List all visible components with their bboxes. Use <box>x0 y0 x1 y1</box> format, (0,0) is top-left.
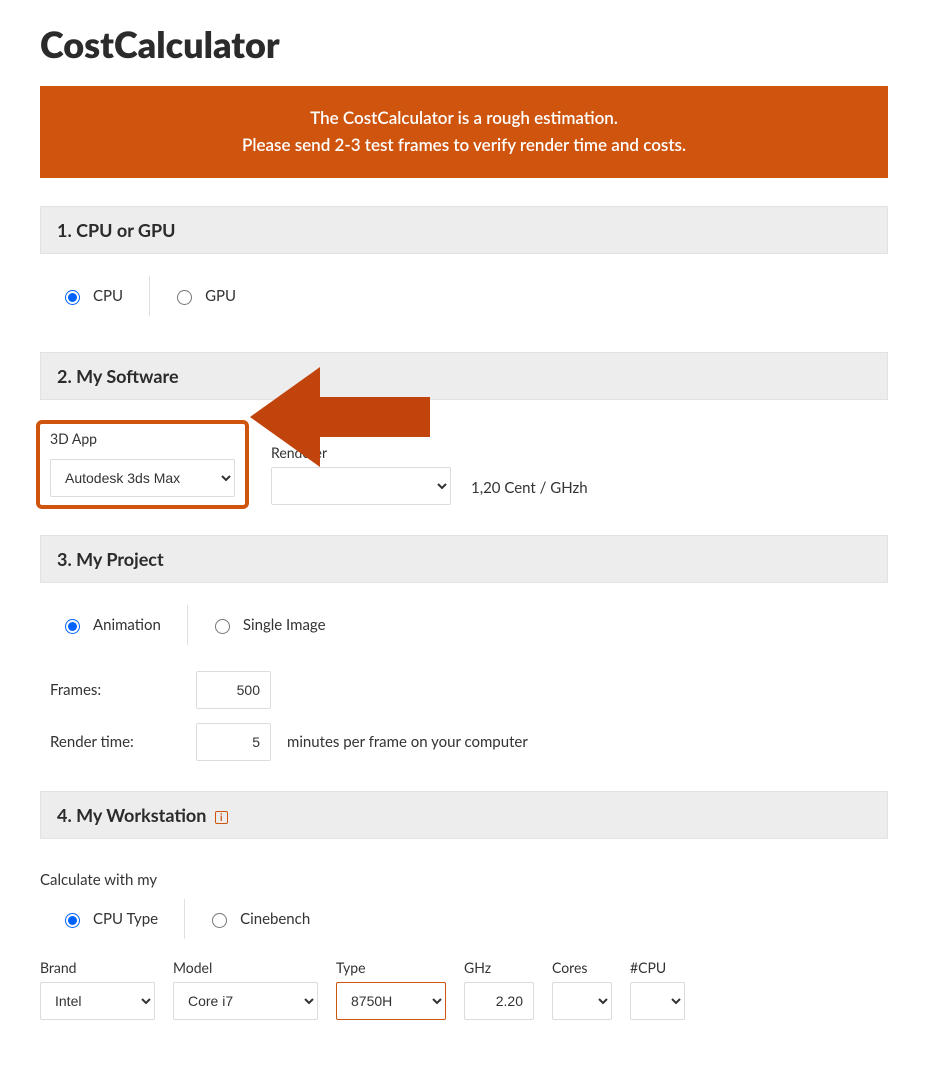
radio-gpu[interactable]: GPU <box>172 287 258 305</box>
radio-single-image-label: Single Image <box>243 616 326 634</box>
notice-line-2: Please send 2-3 test frames to verify re… <box>60 131 868 158</box>
section-head-cpu-gpu: 1. CPU or GPU <box>40 206 888 254</box>
radio-cpu-input[interactable] <box>65 290 80 305</box>
highlight-3dapp: 3D App Autodesk 3ds Max <box>40 424 245 505</box>
info-icon[interactable]: i <box>215 811 228 824</box>
notice-line-1: The CostCalculator is a rough estimation… <box>60 104 868 131</box>
label-type: Type <box>336 959 446 976</box>
input-ghz[interactable] <box>464 982 534 1020</box>
radio-animation-input[interactable] <box>65 619 80 634</box>
input-frames[interactable] <box>196 671 271 709</box>
radio-gpu-label: GPU <box>205 287 236 305</box>
radio-cinebench-label: Cinebench <box>240 910 310 928</box>
label-renderer: Renderer <box>271 444 451 461</box>
label-num-cpu: #CPU <box>630 959 685 976</box>
label-frames: Frames: <box>50 681 180 699</box>
section-head-workstation: 4. My Workstation i <box>40 791 888 839</box>
select-brand[interactable]: Intel <box>40 982 155 1020</box>
select-cores[interactable]: 6 <box>552 982 612 1020</box>
radio-cpu-label: CPU <box>93 287 123 305</box>
rendertime-suffix: minutes per frame on your computer <box>287 733 528 751</box>
section-head-project: 3. My Project <box>40 535 888 583</box>
label-brand: Brand <box>40 959 155 976</box>
divider <box>187 605 188 645</box>
radio-cputype[interactable]: CPU Type <box>60 910 180 928</box>
radio-cputype-label: CPU Type <box>93 910 158 928</box>
section-head-software: 2. My Software <box>40 352 888 400</box>
label-3dapp: 3D App <box>50 430 235 447</box>
label-cores: Cores <box>552 959 612 976</box>
radio-single-image-input[interactable] <box>215 619 230 634</box>
label-calculate-with: Calculate with my <box>40 871 878 889</box>
input-rendertime[interactable] <box>196 723 271 761</box>
radio-single-image[interactable]: Single Image <box>210 616 348 634</box>
select-model[interactable]: Core i7 <box>173 982 318 1020</box>
divider <box>149 276 150 316</box>
radio-gpu-input[interactable] <box>177 290 192 305</box>
radio-animation[interactable]: Animation <box>60 616 183 634</box>
radio-cpu[interactable]: CPU <box>60 287 145 305</box>
divider <box>184 899 185 939</box>
select-renderer[interactable] <box>271 467 451 505</box>
radio-cputype-input[interactable] <box>65 913 80 928</box>
radio-cinebench[interactable]: Cinebench <box>207 910 332 928</box>
page-title: CostCalculator <box>40 22 888 66</box>
label-rendertime: Render time: <box>50 733 180 751</box>
radio-cinebench-input[interactable] <box>212 913 227 928</box>
notice-banner: The CostCalculator is a rough estimation… <box>40 86 888 178</box>
select-3dapp[interactable]: Autodesk 3ds Max <box>50 459 235 497</box>
section-head-workstation-text: 4. My Workstation <box>57 804 206 826</box>
price-per-ghzh: 1,20 Cent / GHzh <box>471 479 588 505</box>
select-type[interactable]: 8750H <box>336 982 446 1020</box>
label-ghz: GHz <box>464 959 534 976</box>
radio-animation-label: Animation <box>93 616 161 634</box>
label-model: Model <box>173 959 318 976</box>
select-num-cpu[interactable]: 1 <box>630 982 685 1020</box>
